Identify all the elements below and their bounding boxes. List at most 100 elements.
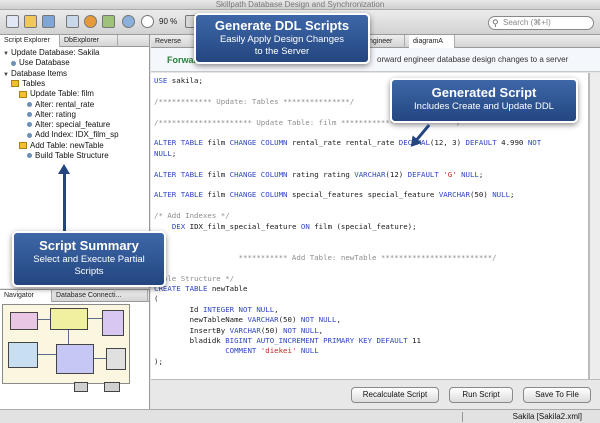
folder-icon [11,80,19,88]
code-token: 11 [407,336,421,345]
code-token: CHANGE COLUMN [229,190,288,200]
code-token: CHANGE COLUMN [229,138,288,148]
mini-relation [88,318,102,319]
code-token: ALTER TABLE [154,190,203,200]
tree-item-label: Build Table Structure [35,151,109,160]
tree-item-label: Tables [22,78,46,88]
code-token: Id [154,304,203,314]
tree-item[interactable]: Alter: special_feature [27,120,110,130]
zoom-icon[interactable] [141,15,154,28]
code-token: COMMENT [225,346,257,356]
callout-summary-title: Script Summary [39,238,139,253]
navigator-tab-bar: Navigator Database Connecti... [0,290,149,302]
code-line: ALTER TABLE film CHANGE COLUMN special_f… [154,190,514,200]
code-token: (12) [385,169,408,179]
callout-script-summary: Script Summary Select and Execute Partia… [12,231,166,287]
code-token: NULL [461,169,479,179]
callout-generated-script: Generated Script Includes Create and Upd… [390,78,578,123]
open-folder-icon[interactable] [24,15,37,28]
tree-item-label: Alter: special_feature [35,120,111,130]
callout-arrowhead [58,164,70,174]
table-icon[interactable] [66,15,79,28]
callout-generate-ddl: Generate DDL Scripts Easily Apply Design… [194,13,370,64]
code-token: CHANGE COLUMN [229,169,288,179]
run-script-button[interactable]: Run Script [449,387,513,403]
navigator-diagram[interactable] [2,304,146,408]
code-token: , [274,304,279,314]
save-icon[interactable] [42,15,55,28]
code-line: bladidk BIGINT AUTO_INCREMENT PRIMARY KE… [154,336,421,346]
code-token: NOT NULL [300,315,337,325]
folder-icon [19,142,27,150]
code-token: , [336,315,341,325]
navigator-panel: Navigator Database Connecti... [0,289,150,409]
code-line: InsertBy VARCHAR(50) NOT NULL, [154,325,324,336]
tree-item[interactable]: ▼ Database Items [3,69,67,79]
mini-table [106,348,126,370]
tree-item-label: Add Table: newTable [30,140,104,150]
callout-ddl-title: Generate DDL Scripts [214,18,350,33]
search-input[interactable]: ⚲ Search (⌘+I) [488,16,594,30]
code-token: newTableName [154,315,248,325]
code-line: *********** Add Table: newTable ********… [154,253,497,263]
code-token: ); [154,356,163,366]
code-token: ; [510,190,515,200]
script-item-icon [11,60,16,66]
code-token: film [202,169,230,179]
tree-item[interactable]: Add Table: newTable [19,141,104,151]
tree-item[interactable]: Build Table Structure [27,151,109,161]
code-line: COMMENT 'diekei' NULL [154,346,319,356]
code-line: ( [154,294,158,304]
editor-scrollbar[interactable] [589,73,600,379]
recalculate-script-button[interactable]: Recalculate Script [351,387,439,403]
tab-forward-engineer[interactable]: ngineer [365,35,405,48]
mini-table [74,382,88,392]
compare-icon[interactable] [102,15,115,28]
tab-dbexplorer[interactable]: DbExplorer [60,35,118,47]
callout-ddl-line: to the Server [254,46,310,57]
tree-item[interactable]: Add Index: IDX_film_sp [27,130,119,140]
tab-reverse[interactable]: Reverse [151,35,197,48]
code-line: ); [154,357,163,367]
code-token: 'diekei' [256,346,301,356]
status-bar: Sakila [Sakila2.xml] [0,409,600,423]
mini-table [8,342,38,368]
code-token: DEX [171,221,186,231]
code-line: ble Structure */ [154,274,234,284]
sync-icon[interactable] [122,15,135,28]
tree-item[interactable]: Alter: rental_rate [27,100,94,110]
status-separator [462,412,463,422]
tree-item[interactable]: Update Table: film [19,89,94,99]
tree-item[interactable]: Alter: rating [27,110,76,120]
code-token: (50) [469,190,493,200]
code-token: film [202,190,230,200]
code-line: Id INTEGER NOT NULL, [154,305,279,315]
tree-item-label: Alter: rental_rate [35,99,95,109]
code-token: USE [154,76,168,85]
new-file-icon[interactable] [6,15,19,28]
code-token: (12, 3) [429,138,466,148]
mini-table [104,382,120,392]
save-to-file-button[interactable]: Save To File [523,387,591,403]
code-token: NULL [300,346,319,356]
code-token: special_features special_feature [287,190,439,200]
code-token: ( [154,294,159,304]
connect-icon[interactable] [84,15,97,28]
forward-description: orward engineer database design changes … [377,55,569,64]
tree-item[interactable]: Tables [11,79,45,89]
mini-relation [68,330,69,344]
code-token: VARCHAR [354,169,386,179]
tab-navigator[interactable]: Navigator [0,290,52,302]
code-line: /************ Update: Tables ***********… [154,97,354,107]
tab-diagram[interactable]: diagramA [409,35,455,48]
code-line: ALTER TABLE film CHANGE COLUMN rental_ra… [154,138,541,148]
zoom-level[interactable]: 90 % [159,17,177,26]
code-token: sakila; [167,76,203,85]
tree-item[interactable]: Use Database [11,58,70,68]
code-token: /* Add Indexes */ [154,211,230,221]
code-token: NOT NULL [283,325,319,335]
tree-item[interactable]: ▼ Update Database: Sakila [3,48,100,58]
tab-script-explorer[interactable]: Script Explorer [0,35,60,47]
tab-database-connections[interactable]: Database Connecti... [52,290,148,302]
